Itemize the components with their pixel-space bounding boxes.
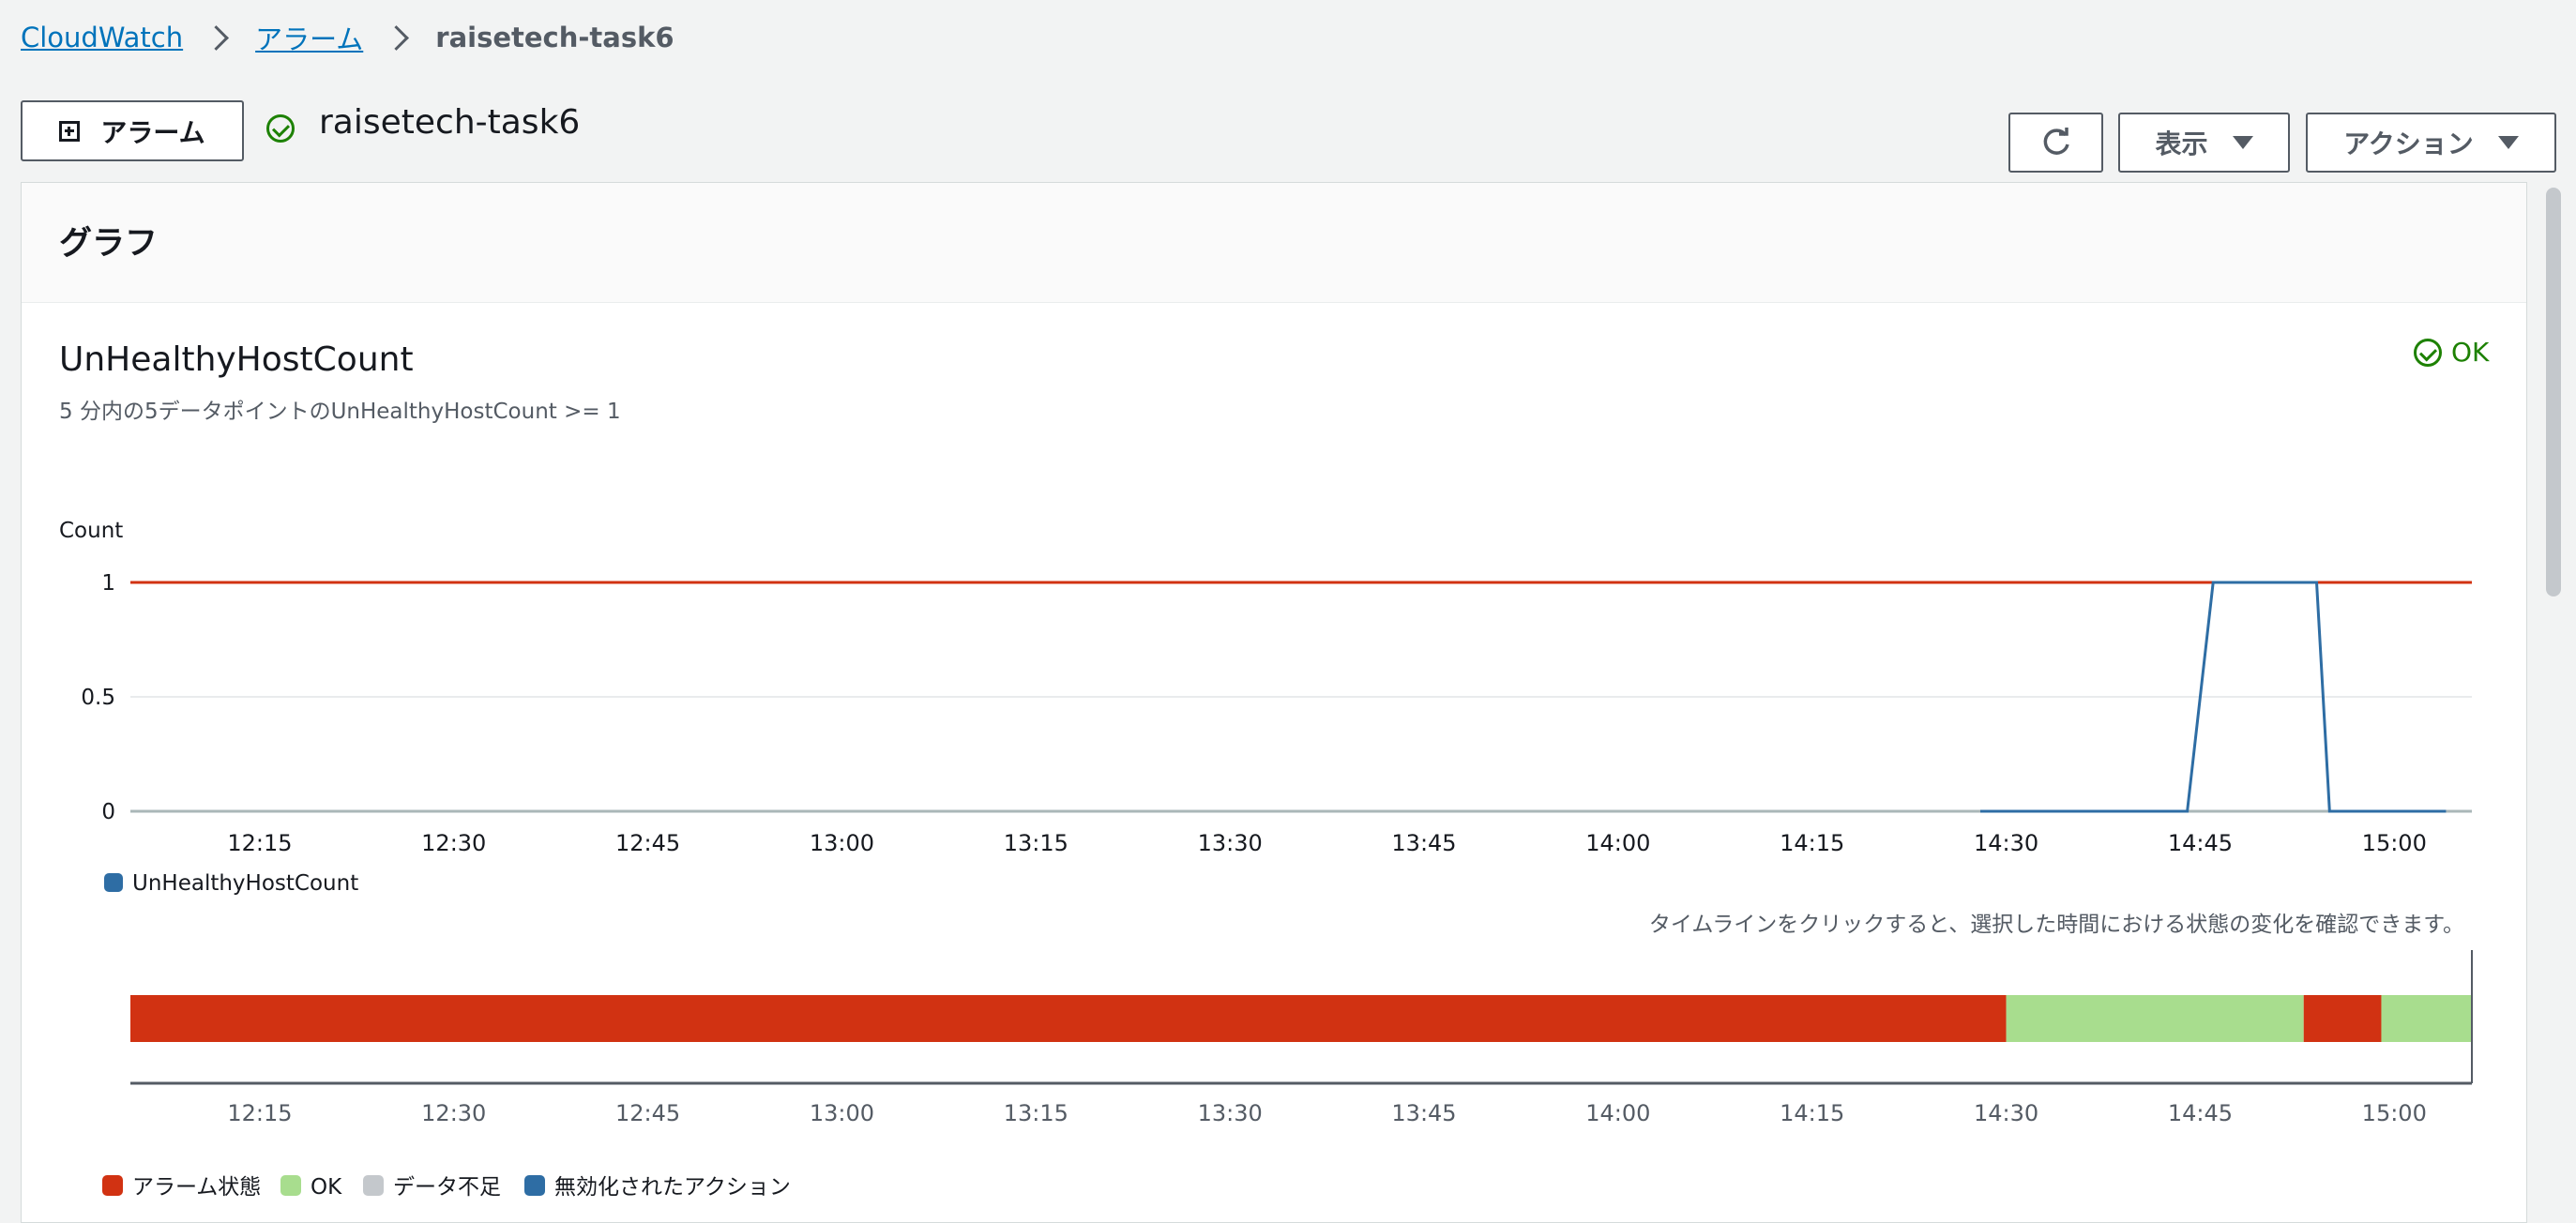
legend-label-timeline: 無効化されたアクション: [554, 1175, 791, 1200]
x-tick-label: 13:15: [1004, 830, 1068, 856]
legend-label-series: UnHealthyHostCount: [132, 871, 358, 896]
y-tick-label: 1: [101, 571, 115, 596]
caret-down-icon: [2232, 136, 2253, 149]
alarm-button-label: アラーム: [100, 116, 205, 148]
timeline-tick-label: 14:45: [2168, 1100, 2233, 1126]
alarm-button[interactable]: アラーム: [21, 100, 244, 161]
timeline-segment-alarm[interactable]: [2303, 995, 2382, 1042]
legend-swatch-timeline: [363, 1175, 384, 1196]
legend-swatch-timeline: [102, 1175, 123, 1196]
legend-swatch-series: [104, 873, 123, 892]
page-title: raisetech-task6: [319, 103, 581, 142]
actions-button[interactable]: アクション: [2306, 113, 2556, 173]
x-tick-label: 14:15: [1780, 830, 1844, 856]
breadcrumb-link-cloudwatch[interactable]: CloudWatch: [21, 22, 183, 53]
timeline-tick-label: 12:30: [421, 1100, 486, 1126]
legend-label-timeline: データ不足: [393, 1175, 501, 1200]
refresh-icon: [2043, 128, 2069, 155]
breadcrumb-current: raisetech-task6: [435, 22, 674, 53]
timeline-tick-label: 13:30: [1198, 1100, 1263, 1126]
timeline-tick-label: 15:00: [2362, 1100, 2427, 1126]
add-square-icon: [59, 120, 81, 142]
timeline-tick-label: 14:30: [1974, 1100, 2038, 1126]
timeline-tick-label: 12:45: [615, 1100, 680, 1126]
legend-label-timeline: アラーム状態: [132, 1175, 261, 1200]
x-tick-label: 14:30: [1974, 830, 2038, 856]
chevron-right-icon: [384, 24, 410, 51]
timeline-segment-alarm[interactable]: [130, 995, 2007, 1042]
graph-panel: グラフ UnHealthyHostCount 5 分内の5データポイントのUnH…: [21, 182, 2527, 1223]
timeline-tick-label: 13:00: [810, 1100, 874, 1126]
x-tick-label: 14:00: [1585, 830, 1650, 856]
y-axis-label: Count: [59, 519, 123, 543]
actions-button-label: アクション: [2343, 128, 2474, 159]
breadcrumb-link-alarms[interactable]: アラーム: [255, 18, 363, 57]
x-tick-label: 12:15: [227, 830, 292, 856]
y-tick-label: 0: [101, 800, 115, 824]
status-ok-icon: [266, 114, 295, 143]
breadcrumb: CloudWatch アラーム raisetech-task6: [21, 19, 674, 56]
caret-down-icon: [2497, 136, 2519, 149]
x-tick-label: 12:45: [615, 830, 680, 856]
y-tick-label: 0.5: [81, 686, 115, 710]
timeline-segment-ok[interactable]: [2381, 995, 2472, 1042]
chevron-right-icon: [204, 24, 230, 51]
timeline-tick-label: 14:15: [1780, 1100, 1844, 1126]
refresh-button[interactable]: [2008, 113, 2103, 173]
view-button-label: 表示: [2155, 128, 2208, 159]
timeline-tick-label: 13:45: [1391, 1100, 1456, 1126]
view-button[interactable]: 表示: [2118, 113, 2290, 173]
x-tick-label: 15:00: [2362, 830, 2427, 856]
legend-label-timeline: OK: [311, 1175, 342, 1200]
timeline-tick-label: 13:15: [1004, 1100, 1068, 1126]
x-tick-label: 13:30: [1198, 830, 1263, 856]
legend-swatch-timeline: [524, 1175, 545, 1196]
chart-area[interactable]: Count 1 0.5 0 12:15 12:30 12:45 13:00 13:15 13:30…: [22, 183, 2527, 1223]
x-tick-label: 14:45: [2168, 830, 2233, 856]
scrollbar-thumb[interactable]: [2546, 188, 2561, 596]
legend-swatch-timeline: [280, 1175, 301, 1196]
x-tick-label: 13:45: [1391, 830, 1456, 856]
x-tick-label: 12:30: [421, 830, 486, 856]
timeline-tick-label: 12:15: [227, 1100, 292, 1126]
timeline-segment-ok[interactable]: [2006, 995, 2304, 1042]
timeline-hint: タイムラインをクリックすると、選択した時間における状態の変化を確認できます。: [1649, 913, 2464, 937]
x-tick-label: 13:00: [810, 830, 874, 856]
timeline-tick-label: 14:00: [1585, 1100, 1650, 1126]
